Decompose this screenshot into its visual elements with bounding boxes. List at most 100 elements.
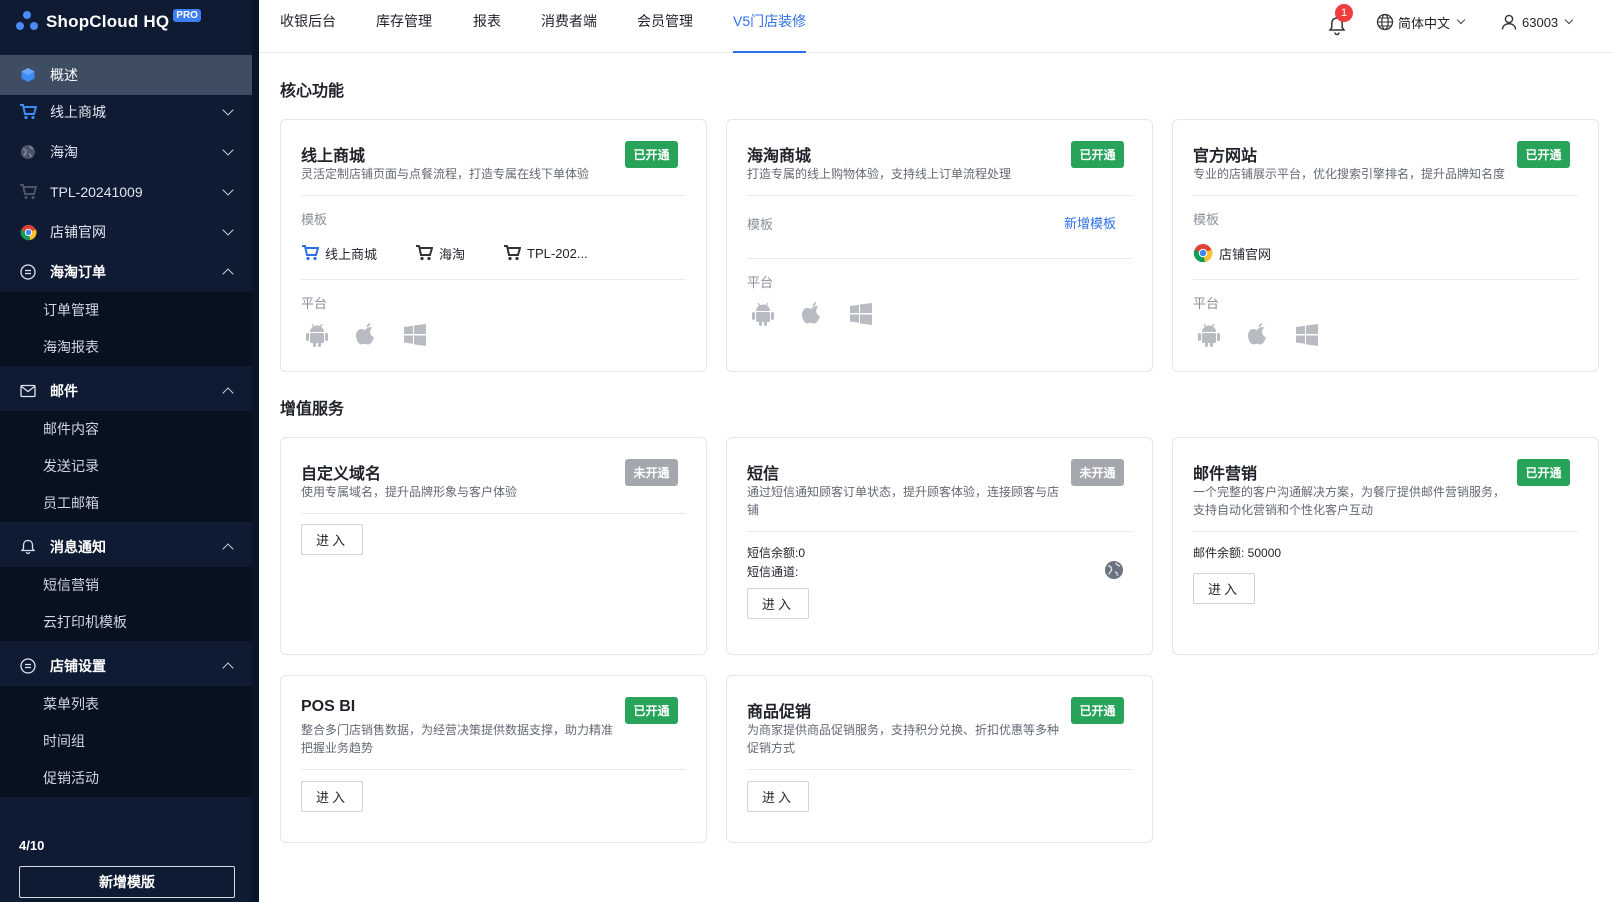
add-template-button[interactable]: 新增模版 <box>19 866 235 898</box>
tab-reports[interactable]: 报表 <box>473 0 501 53</box>
platform-label: 平台 <box>1193 296 1220 311</box>
chevron-up-icon <box>222 268 234 280</box>
windows-icon <box>1293 321 1321 349</box>
sidebar-item-cloud-printer[interactable]: 云打印机模板 <box>0 604 252 641</box>
sidebar-item-menu-list[interactable]: 菜单列表 <box>0 686 252 723</box>
card-desc: 使用专属域名，提升品牌形象与客户体验 <box>301 485 518 499</box>
tab-cashier[interactable]: 收银后台 <box>280 0 336 53</box>
sidebar-group-label: 店铺设置 <box>50 658 106 674</box>
email-balance: 邮件余额: 50000 <box>1193 546 1282 560</box>
sidebar-item-promotions[interactable]: 促销活动 <box>0 760 252 797</box>
cube-icon <box>19 66 37 84</box>
card-title: 短信 <box>747 466 780 483</box>
enter-button[interactable]: 进入 <box>747 781 809 812</box>
cart-icon <box>19 103 37 121</box>
template-name: 线上商城 <box>325 246 378 262</box>
user-menu[interactable]: 63003 <box>1500 11 1574 33</box>
platform-list <box>1195 320 1342 350</box>
enter-button[interactable]: 进入 <box>301 524 363 555</box>
chevron-down-icon <box>222 104 234 116</box>
language-selector[interactable]: 简体中文 <box>1376 11 1466 33</box>
status-badge: 未开通 <box>1071 459 1124 486</box>
card-title: POS BI <box>301 698 356 715</box>
template-label: 模板 <box>1193 212 1220 227</box>
card-desc-line: 为商家提供商品促销服务，支持积分兑换、折扣优惠等多种 <box>747 723 1060 737</box>
sidebar-item-haitao[interactable]: 海淘 <box>0 132 252 172</box>
card-title: 海淘商城 <box>747 148 812 165</box>
sidebar-item-haitao-report[interactable]: 海淘报表 <box>0 329 252 366</box>
cart-icon <box>301 245 319 261</box>
sidebar-scrollbar[interactable] <box>252 0 259 902</box>
chevron-down-icon <box>222 224 234 236</box>
tab-inventory[interactable]: 库存管理 <box>376 0 432 53</box>
notification-badge: 1 <box>1335 4 1353 22</box>
card-desc: 为商家提供商品促销服务，支持积分兑换、折扣优惠等多种 促销方式 <box>747 721 1059 757</box>
list-circle-icon <box>19 263 37 281</box>
divider <box>301 513 686 514</box>
card-desc-line: 一个完整的客户沟通解决方案，为餐厅提供邮件营销服务， <box>1193 485 1506 499</box>
tab-consumer[interactable]: 消费者端 <box>541 0 597 53</box>
card-desc-line: 整合多门店销售数据，为经营决策提供数据支撑，助力精准 <box>301 723 614 737</box>
section-title-value-added: 增值服务 <box>280 401 345 418</box>
section-title-core: 核心功能 <box>280 83 345 100</box>
status-badge: 已开通 <box>1071 141 1124 168</box>
card-desc-line: 促销方式 <box>747 741 796 755</box>
globe-icon[interactable] <box>1104 560 1124 585</box>
sidebar-item-online-store[interactable]: 线上商城 <box>0 92 252 132</box>
card-title: 线上商城 <box>301 148 366 165</box>
enter-button[interactable]: 进入 <box>747 588 809 619</box>
template-name: TPL-202... <box>527 245 588 261</box>
template-store-website[interactable]: 店铺官网 <box>1193 243 1271 263</box>
sms-balance: 短信余额:0 <box>747 546 806 560</box>
card-desc: 通过短信通知顾客订单状态，提升顾客体验，连接顾客与店 铺 <box>747 483 1059 519</box>
bell-icon <box>19 538 37 556</box>
tab-store-decoration[interactable]: V5门店装修 <box>733 0 807 53</box>
sidebar-item-sms-marketing[interactable]: 短信营销 <box>0 567 252 604</box>
divider <box>1193 195 1578 196</box>
template-name: 店铺官网 <box>1219 246 1272 262</box>
sidebar-group-store-settings[interactable]: 店铺设置 <box>0 646 252 686</box>
apple-icon <box>352 321 380 349</box>
sidebar-item-overview[interactable]: 概述 <box>0 55 252 95</box>
sidebar-group-mail[interactable]: 邮件 <box>0 371 252 411</box>
sidebar-item-website[interactable]: 店铺官网 <box>0 212 252 252</box>
sidebar-item-staff-mailbox[interactable]: 员工邮箱 <box>0 485 252 522</box>
mail-icon <box>19 382 37 400</box>
sidebar-item-label: 线上商城 <box>50 104 106 120</box>
platform-label: 平台 <box>747 275 774 290</box>
divider <box>747 258 1132 259</box>
template-tpl[interactable]: TPL-202... <box>503 245 588 261</box>
apple-icon <box>1244 321 1272 349</box>
template-online-store[interactable]: 线上商城 <box>301 244 377 263</box>
sidebar-item-mail-content[interactable]: 邮件内容 <box>0 411 252 448</box>
status-badge: 未开通 <box>625 459 678 486</box>
sidebar-group-notifications[interactable]: 消息通知 <box>0 527 252 567</box>
sidebar-group-haitao-orders[interactable]: 海淘订单 <box>0 252 252 292</box>
status-badge: 已开通 <box>1071 697 1124 724</box>
user-name: 63003 <box>1522 14 1559 30</box>
sidebar-submenu-mail: 邮件内容 发送记录 员工邮箱 <box>0 411 252 522</box>
enter-button[interactable]: 进入 <box>301 781 363 812</box>
template-haitao[interactable]: 海淘 <box>415 244 465 263</box>
card-custom-domain: 自定义域名 使用专属域名，提升品牌形象与客户体验 未开通 进入 <box>280 437 707 655</box>
sidebar-item-tpl[interactable]: TPL-20241009 <box>0 172 252 212</box>
card-title: 邮件营销 <box>1193 466 1258 483</box>
sms-channel: 短信通道: <box>747 565 799 579</box>
enter-button[interactable]: 进入 <box>1193 573 1255 604</box>
platform-label: 平台 <box>301 296 328 311</box>
sidebar-item-label: 店铺官网 <box>50 224 106 240</box>
sidebar-menu: ShopCloud HQ PRO 概述 线上商城 海淘 TPL-20241009… <box>0 0 252 820</box>
chevron-up-icon <box>222 662 234 674</box>
divider <box>747 769 1132 770</box>
add-template-link[interactable]: 新增模板 <box>1064 213 1116 232</box>
brand[interactable]: ShopCloud HQ PRO <box>16 8 201 36</box>
tab-members[interactable]: 会员管理 <box>637 0 693 53</box>
sidebar-item-send-records[interactable]: 发送记录 <box>0 448 252 485</box>
card-sms: 短信 通过短信通知顾客订单状态，提升顾客体验，连接顾客与店 铺 未开通 短信余额… <box>726 437 1153 655</box>
divider <box>301 769 686 770</box>
sidebar-item-order-management[interactable]: 订单管理 <box>0 292 252 329</box>
sidebar-item-time-group[interactable]: 时间组 <box>0 723 252 760</box>
brand-name: ShopCloud HQ <box>46 12 170 31</box>
chevron-down-icon <box>222 144 234 156</box>
sidebar-item-label: 海淘 <box>50 144 78 160</box>
